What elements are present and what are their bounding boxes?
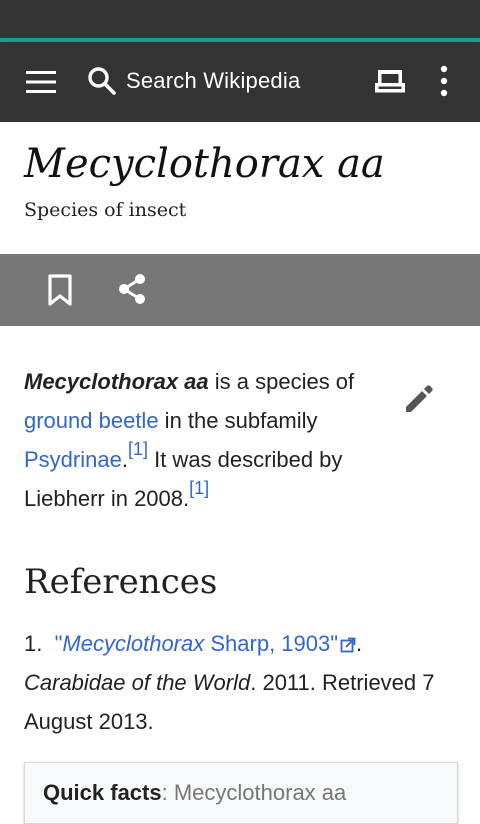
external-link-icon xyxy=(340,637,356,653)
more-vert-icon[interactable] xyxy=(436,64,452,98)
link-psydrinae[interactable]: Psydrinae xyxy=(24,447,122,472)
article-action-bar xyxy=(0,254,480,326)
bookmark-icon[interactable] xyxy=(48,274,72,306)
search-icon[interactable] xyxy=(86,65,118,97)
link-ground-beetle[interactable]: ground beetle xyxy=(24,408,159,433)
app-toolbar: Search Wikipedia xyxy=(0,42,480,122)
article-header: Mecyclothorax aa Species of insect xyxy=(0,122,480,254)
citation-link[interactable]: [1] xyxy=(128,439,148,459)
article-subject: Mecyclothorax aa xyxy=(24,369,209,394)
lead-text: is a species of xyxy=(208,369,355,394)
lead-paragraph: Mecyclothorax aa is a species of ground … xyxy=(24,362,384,518)
reading-lists-icon[interactable] xyxy=(372,66,408,96)
quick-facts-label: Quick facts: Mecyclothorax aa xyxy=(43,780,347,805)
menu-icon[interactable] xyxy=(26,68,56,96)
reference-source: Carabidae of the World xyxy=(24,670,251,695)
citation-link[interactable]: [1] xyxy=(189,478,209,498)
share-icon[interactable] xyxy=(116,272,148,306)
reference-link[interactable]: "Mecyclothorax Sharp, 1903" xyxy=(55,631,356,656)
quick-facts-box[interactable]: Quick facts: Mecyclothorax aa xyxy=(24,762,458,824)
lead-text: in the subfamily xyxy=(158,408,318,433)
article-content: Mecyclothorax aa is a species of ground … xyxy=(0,326,480,824)
page-description: Species of insect xyxy=(24,199,187,221)
reference-number: 1. xyxy=(24,631,43,656)
reference-item: 1. "Mecyclothorax Sharp, 1903". Carabida… xyxy=(24,624,454,741)
section-heading-references: References xyxy=(24,562,218,602)
page-title: Mecyclothorax aa xyxy=(24,141,385,187)
reference-text: . xyxy=(356,631,363,656)
status-bar xyxy=(0,0,480,38)
edit-pencil-icon[interactable] xyxy=(402,380,438,416)
search-input[interactable]: Search Wikipedia xyxy=(126,66,300,96)
